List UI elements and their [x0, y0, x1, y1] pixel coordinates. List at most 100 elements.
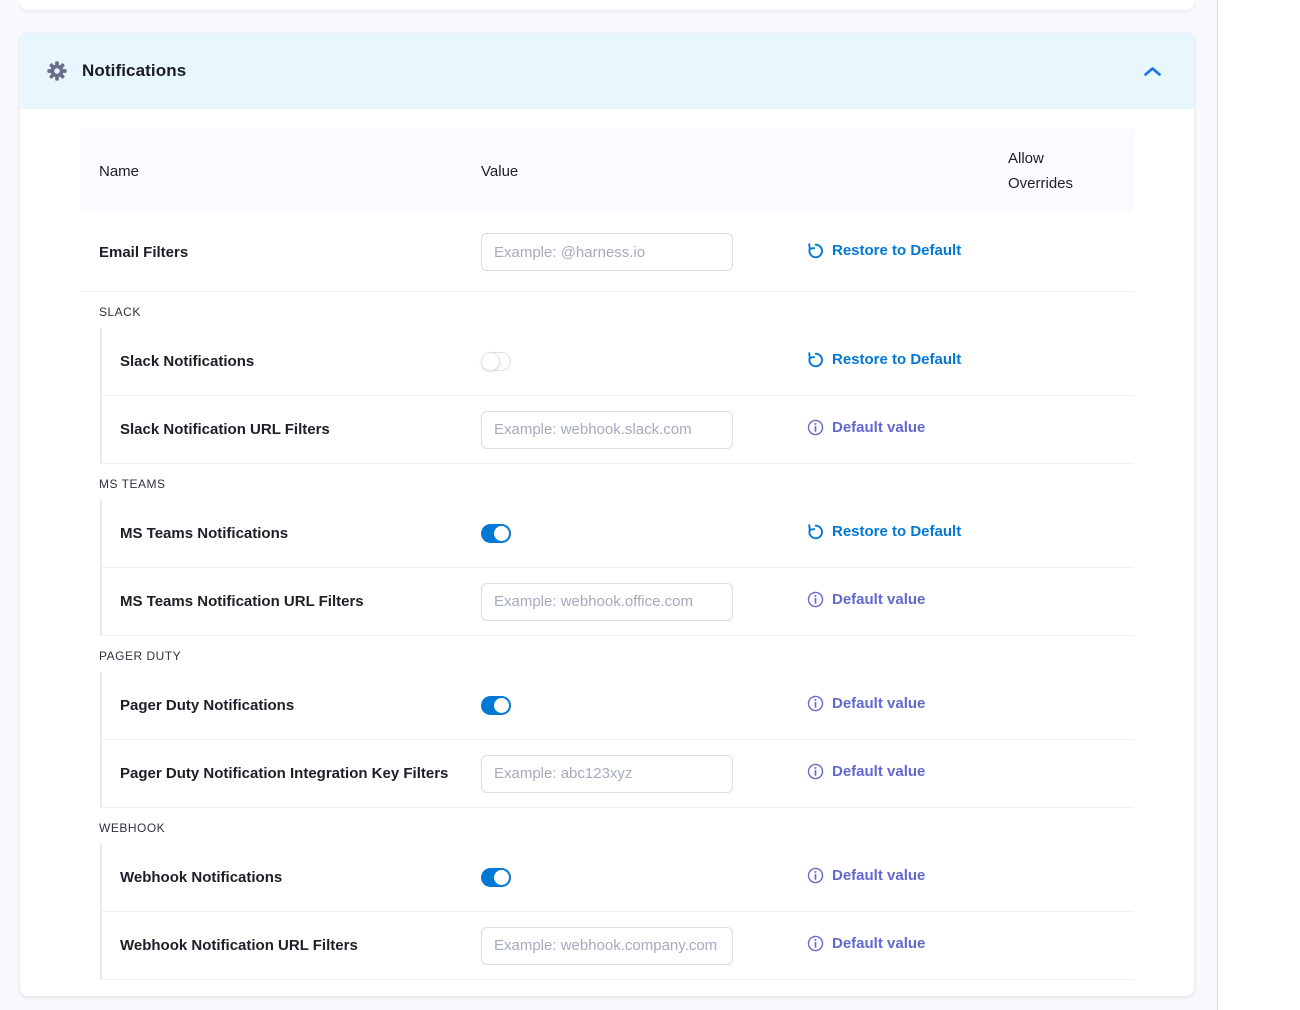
settings-table-body: Email Filters Restore to Default SLACK: [80, 213, 1134, 980]
setting-name: Webhook Notification URL Filters: [102, 937, 481, 954]
default-value-link[interactable]: Default value: [807, 867, 925, 884]
toggle-knob: [494, 526, 509, 541]
setting-row: Webhook Notifications Default value: [102, 844, 1134, 912]
setting-action-cell: Default value: [807, 867, 1008, 888]
restore-icon: [807, 523, 824, 540]
action-label: Default value: [832, 935, 925, 952]
settings-group: SLACK Slack Notifications Restore to Def…: [80, 292, 1134, 464]
restore-icon: [807, 351, 824, 368]
value-input[interactable]: [481, 755, 733, 793]
setting-value-cell: [481, 583, 807, 621]
action-label: Restore to Default: [832, 242, 961, 259]
default-value-link[interactable]: Default value: [807, 591, 925, 608]
value-input[interactable]: [481, 411, 733, 449]
info-icon: [807, 935, 824, 952]
setting-value-cell: [481, 233, 807, 271]
restore-to-default-link[interactable]: Restore to Default: [807, 523, 961, 540]
info-icon: [807, 695, 824, 712]
setting-toggle[interactable]: [481, 524, 511, 543]
settings-content-column: Notifications Name Value Allow Overrides…: [0, 0, 1218, 1010]
setting-action-cell: Default value: [807, 591, 1008, 612]
setting-name: Pager Duty Notifications: [102, 697, 481, 714]
toggle-knob: [494, 698, 509, 713]
action-label: Default value: [832, 591, 925, 608]
setting-name: Webhook Notifications: [102, 869, 481, 886]
setting-row: MS Teams Notification URL Filters Defaul…: [102, 568, 1134, 636]
group-label: PAGER DUTY: [80, 636, 1134, 672]
setting-row: Slack Notification URL Filters Default v…: [102, 396, 1134, 464]
setting-value-cell: [481, 696, 807, 715]
previous-section-card-edge: [20, 0, 1194, 10]
action-label: Default value: [832, 419, 925, 436]
restore-icon: [807, 242, 824, 259]
group-label: WEBHOOK: [80, 808, 1134, 844]
notifications-panel-header[interactable]: Notifications: [20, 33, 1194, 109]
group-rows: MS Teams Notifications Restore to Defaul…: [100, 500, 1134, 636]
setting-name: Pager Duty Notification Integration Key …: [102, 765, 481, 782]
default-value-link[interactable]: Default value: [807, 763, 925, 780]
action-label: Restore to Default: [832, 523, 961, 540]
setting-value-cell: [481, 524, 807, 543]
toggle-knob: [481, 352, 500, 371]
info-icon: [807, 867, 824, 884]
value-input[interactable]: [481, 583, 733, 621]
setting-toggle[interactable]: [481, 352, 511, 371]
toggle-knob: [494, 870, 509, 885]
info-icon: [807, 591, 824, 608]
setting-value-cell: [481, 927, 807, 965]
default-value-link[interactable]: Default value: [807, 419, 925, 436]
setting-name: Email Filters: [80, 244, 481, 261]
settings-table-header: Name Value Allow Overrides: [80, 129, 1134, 213]
setting-name: MS Teams Notifications: [102, 525, 481, 542]
info-icon: [807, 763, 824, 780]
setting-action-cell: Default value: [807, 419, 1008, 440]
setting-row: Pager Duty Notifications Default value: [102, 672, 1134, 740]
settings-table: Name Value Allow Overrides Email Filters: [20, 109, 1194, 996]
setting-row: Slack Notifications Restore to Default: [102, 328, 1134, 396]
chevron-up-icon: [1143, 66, 1162, 77]
setting-name: Slack Notifications: [102, 353, 481, 370]
settings-group: PAGER DUTY Pager Duty Notifications Defa…: [80, 636, 1134, 808]
setting-value-cell: [481, 868, 807, 887]
setting-value-cell: [481, 352, 807, 371]
value-input[interactable]: [481, 233, 733, 271]
action-label: Default value: [832, 867, 925, 884]
info-icon: [807, 419, 824, 436]
group-rows: Email Filters Restore to Default: [80, 213, 1134, 292]
setting-action-cell: Restore to Default: [807, 242, 1008, 263]
setting-value-cell: [481, 411, 807, 449]
setting-name: MS Teams Notification URL Filters: [102, 593, 481, 610]
setting-row: Pager Duty Notification Integration Key …: [102, 740, 1134, 808]
setting-row: Webhook Notification URL Filters Default…: [102, 912, 1134, 980]
column-header-name: Name: [80, 163, 481, 180]
default-value-link[interactable]: Default value: [807, 695, 925, 712]
action-label: Default value: [832, 695, 925, 712]
setting-toggle[interactable]: [481, 868, 511, 887]
setting-action-cell: Default value: [807, 935, 1008, 956]
column-header-allow-overrides: Allow Overrides: [1008, 146, 1098, 196]
setting-name: Slack Notification URL Filters: [102, 421, 481, 438]
gear-icon: [46, 60, 68, 82]
setting-row: MS Teams Notifications Restore to Defaul…: [102, 500, 1134, 568]
restore-to-default-link[interactable]: Restore to Default: [807, 242, 961, 259]
value-input[interactable]: [481, 927, 733, 965]
group-rows: Webhook Notifications Default value: [100, 844, 1134, 980]
settings-group: MS TEAMS MS Teams Notifications Restore …: [80, 464, 1134, 636]
group-rows: Slack Notifications Restore to Default: [100, 328, 1134, 464]
setting-toggle[interactable]: [481, 696, 511, 715]
panel-title: Notifications: [82, 61, 186, 81]
setting-row: Email Filters Restore to Default: [80, 213, 1134, 292]
column-header-value: Value: [481, 163, 807, 180]
setting-action-cell: Default value: [807, 695, 1008, 716]
group-label: SLACK: [80, 292, 1134, 328]
right-gutter: [1218, 0, 1300, 1010]
collapse-panel-button[interactable]: [1139, 62, 1166, 81]
settings-group: WEBHOOK Webhook Notifications Default va…: [80, 808, 1134, 980]
setting-action-cell: Default value: [807, 763, 1008, 784]
group-label: MS TEAMS: [80, 464, 1134, 500]
settings-group: Email Filters Restore to Default: [80, 213, 1134, 292]
setting-action-cell: Restore to Default: [807, 351, 1008, 372]
restore-to-default-link[interactable]: Restore to Default: [807, 351, 961, 368]
action-label: Default value: [832, 763, 925, 780]
default-value-link[interactable]: Default value: [807, 935, 925, 952]
